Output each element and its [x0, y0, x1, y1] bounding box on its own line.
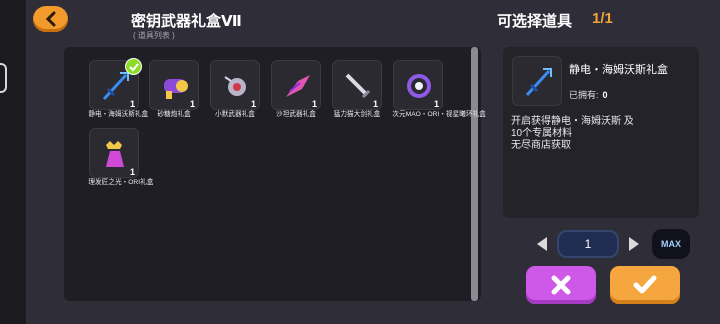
- item-qty: 1: [433, 99, 439, 109]
- max-button[interactable]: MAX: [652, 229, 690, 259]
- list-item[interactable]: 1 次元MAO・ORI・视星曦环礼盒: [391, 60, 486, 119]
- edge-handle[interactable]: [0, 63, 7, 93]
- item-qty: 1: [189, 99, 195, 109]
- desc-line: 无尽商店获取: [511, 140, 571, 151]
- item-qty: 1: [129, 99, 135, 109]
- list-item[interactable]: 1 小默武器礼盒: [208, 60, 262, 119]
- item-qty: 1: [129, 167, 135, 177]
- desc-line: 开启获得静电・海姆沃斯 及: [511, 116, 634, 127]
- left-edge-strip: [0, 0, 26, 324]
- blue-trident-icon: [102, 72, 129, 101]
- item-qty: 1: [372, 99, 378, 109]
- item-name: 次元MAO・ORI・视星曦环礼盒: [392, 111, 486, 118]
- owned-value: 0: [602, 90, 608, 100]
- detail-description: 开启获得静电・海姆沃斯 及 10个专属材料 无尽商店获取: [511, 116, 693, 152]
- decrease-arrow-icon[interactable]: [537, 237, 547, 251]
- list-item[interactable]: 1 沙坦武器礼盒: [269, 60, 323, 119]
- quantity-field[interactable]: 1: [557, 230, 619, 258]
- item-qty: 1: [250, 99, 256, 109]
- item-name: 猛力猫大剑礼盒: [333, 111, 381, 118]
- selectable-count: 1/1: [592, 10, 613, 27]
- detail-item-icon-box: [512, 56, 562, 106]
- purple-ring-icon: [407, 74, 431, 98]
- item-list-scrollbar[interactable]: [471, 47, 478, 301]
- item-name: 沙坦武器礼盒: [276, 111, 316, 118]
- desc-line: 10个专属材料: [511, 128, 573, 139]
- orb-weapon-icon: [224, 76, 246, 96]
- item-name: 小默武器礼盒: [215, 111, 255, 118]
- selectable-label: 可选择道具: [497, 13, 573, 30]
- increase-arrow-icon[interactable]: [629, 237, 639, 251]
- pink-blade-icon: [286, 75, 310, 97]
- cancel-button[interactable]: [526, 266, 596, 304]
- item-qty: 1: [311, 99, 317, 109]
- list-item[interactable]: 1 静电・海姆沃斯礼盒: [87, 58, 149, 119]
- owned-label: 已拥有:: [569, 90, 599, 100]
- list-item[interactable]: 1 理发匠之光・ORI礼盒: [87, 128, 154, 187]
- close-icon: [551, 275, 571, 295]
- list-item[interactable]: 1 猛力猫大剑礼盒: [330, 60, 384, 119]
- confirm-button[interactable]: [610, 266, 680, 304]
- selected-check-icon: [125, 58, 142, 75]
- item-name: 理发匠之光・ORI礼盒: [88, 179, 154, 186]
- chevron-left-icon: [45, 11, 55, 27]
- blue-trident-icon: [525, 68, 552, 97]
- list-item[interactable]: 1 砂糖炮礼盒: [147, 60, 201, 119]
- check-icon: [633, 275, 657, 294]
- item-name: 砂糖炮礼盒: [157, 111, 191, 118]
- candy-cannon-icon: [164, 79, 188, 99]
- detail-owned: 已拥有: 0: [569, 88, 608, 101]
- item-name: 静电・海姆沃斯礼盒: [88, 111, 149, 118]
- back-button[interactable]: [33, 6, 68, 32]
- silver-sword-icon: [345, 73, 371, 99]
- page-subtitle: ( 道具列表 ): [133, 31, 175, 40]
- crown-crystal-icon: [106, 141, 124, 167]
- detail-item-name: 静电・海姆沃斯礼盒: [569, 64, 668, 76]
- page-title: 密钥武器礼盒Ⅶ: [131, 13, 242, 30]
